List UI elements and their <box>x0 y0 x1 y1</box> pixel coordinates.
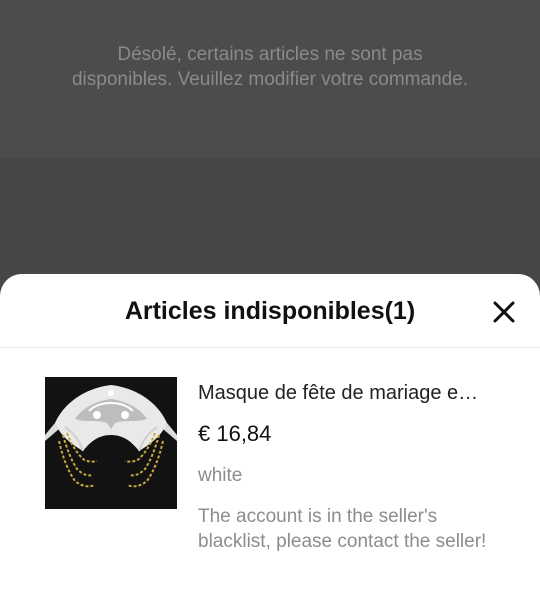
close-button[interactable] <box>488 296 520 328</box>
close-icon <box>493 301 515 323</box>
unavailable-reason: The account is in the seller's blacklist… <box>198 506 487 552</box>
unavailable-items-sheet: Articles indisponibles(1) Masque de fête… <box>0 274 540 614</box>
sheet-title: Articles indisponibles(1) <box>124 297 416 325</box>
product-name[interactable]: Masque de fête de mariage e… <box>198 380 508 406</box>
product-price: € 16,84 <box>198 421 272 446</box>
sheet-header: Articles indisponibles(1) <box>0 274 540 348</box>
product-image[interactable] <box>45 377 177 509</box>
product-variant: white <box>198 465 243 486</box>
unavailable-notice: Désolé, certains articles ne sont pas di… <box>71 44 469 90</box>
lace-mask-image <box>45 377 177 509</box>
